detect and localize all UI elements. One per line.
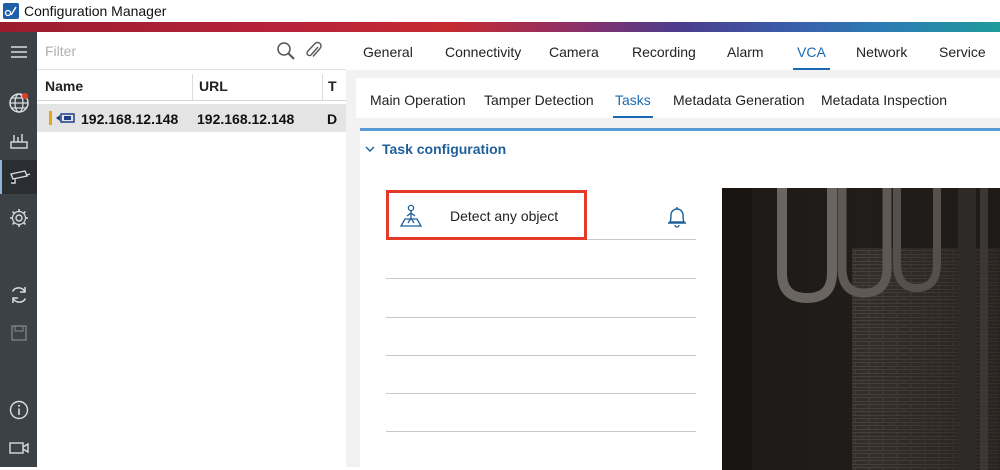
attachment-icon[interactable]	[305, 41, 323, 61]
subtab-main-operation[interactable]: Main Operation	[370, 78, 466, 118]
save-icon	[10, 325, 27, 341]
refresh-button[interactable]	[0, 278, 37, 312]
section-title: Task configuration	[382, 141, 507, 157]
filter-bar	[37, 32, 346, 70]
save-button[interactable]	[0, 316, 37, 350]
content-area: Main Operation Tamper Detection Tasks Me…	[356, 70, 1000, 470]
subtab-metadata-generation[interactable]: Metadata Generation	[673, 78, 805, 118]
chevron-down-icon	[365, 146, 375, 152]
empty-task-slot	[386, 393, 696, 394]
video-icon	[8, 442, 29, 454]
camera-image	[722, 188, 1000, 470]
column-name-header[interactable]: Name	[45, 70, 83, 101]
column-type-header[interactable]: T	[328, 70, 337, 101]
column-url-header[interactable]: URL	[199, 70, 228, 101]
network-globe-icon	[8, 93, 29, 113]
subtab-tasks[interactable]: Tasks	[613, 78, 653, 118]
tab-service[interactable]: Service	[939, 32, 986, 70]
task-label: Detect any object	[450, 208, 559, 224]
info-button[interactable]	[0, 393, 37, 427]
person-detect-icon	[399, 204, 423, 227]
search-icon[interactable]	[276, 41, 296, 61]
settings-gear-icon	[9, 209, 28, 227]
sidebar	[0, 32, 37, 467]
title-bar: Configuration Manager	[0, 0, 1000, 22]
device-panel: Name URL T 192.168.12.148 192.168.12.148…	[37, 32, 346, 467]
info-icon	[9, 400, 28, 420]
preferences-button[interactable]	[0, 201, 37, 235]
devices-icon	[9, 134, 28, 149]
tab-general[interactable]: General	[363, 32, 413, 70]
bell-icon[interactable]	[666, 205, 688, 229]
app-logo-icon	[3, 3, 19, 19]
filter-input[interactable]	[45, 40, 265, 62]
tab-network[interactable]: Network	[856, 32, 907, 70]
tab-vca[interactable]: VCA	[793, 32, 830, 70]
menu-button[interactable]	[0, 35, 37, 69]
device-url: 192.168.12.148	[197, 111, 295, 127]
task-item[interactable]: Detect any object	[386, 190, 696, 240]
device-type: D	[327, 111, 338, 127]
tab-connectivity[interactable]: Connectivity	[445, 32, 521, 70]
main-tabs: General Connectivity Camera Recording Al…	[346, 32, 1000, 70]
empty-task-slot	[386, 355, 696, 356]
empty-task-slot	[386, 317, 696, 318]
table-row[interactable]: 192.168.12.148 192.168.12.148 D	[37, 104, 346, 132]
my-devices-button[interactable]	[0, 124, 37, 158]
tab-recording[interactable]: Recording	[632, 32, 696, 70]
window-title: Configuration Manager	[24, 3, 167, 19]
camera-button[interactable]	[0, 160, 37, 194]
camera-preview[interactable]	[722, 188, 1000, 470]
subtab-tamper-detection[interactable]: Tamper Detection	[484, 78, 594, 118]
camera-icon	[9, 170, 30, 184]
device-name: 192.168.12.148	[81, 111, 179, 127]
task-config-panel: Task configuration Detect any object	[360, 128, 1000, 470]
brand-stripe	[0, 22, 1000, 32]
tab-camera[interactable]: Camera	[549, 32, 599, 70]
tab-alarm[interactable]: Alarm	[727, 32, 764, 70]
task-config-header[interactable]: Task configuration	[360, 131, 506, 167]
video-button[interactable]	[0, 431, 37, 465]
refresh-icon	[11, 287, 26, 303]
device-table-header: Name URL T	[37, 70, 346, 101]
network-scan-button[interactable]	[0, 86, 37, 120]
device-warning-flag	[49, 111, 52, 125]
sub-tabs: Main Operation Tamper Detection Tasks Me…	[356, 78, 1000, 118]
camera-device-icon	[56, 113, 75, 123]
menu-icon	[10, 46, 27, 58]
empty-task-slot	[386, 431, 696, 432]
empty-task-slot	[386, 278, 696, 279]
subtab-metadata-inspection[interactable]: Metadata Inspection	[821, 78, 947, 118]
